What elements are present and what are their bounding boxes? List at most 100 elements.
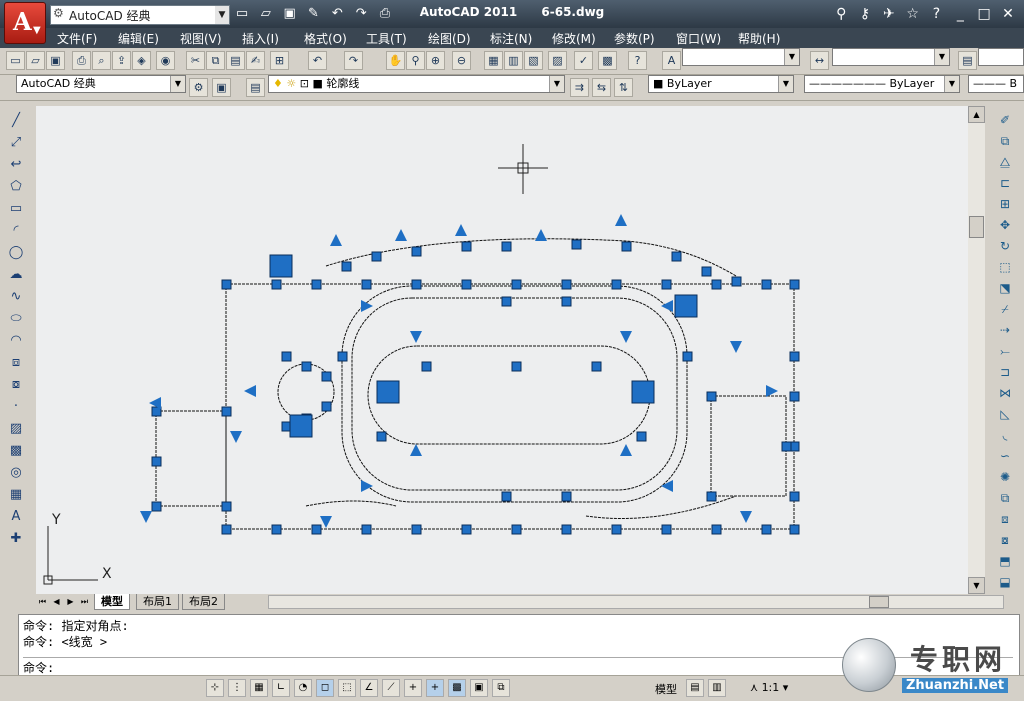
globe-icon[interactable]: ◉ [156,51,175,70]
menu-item-draw[interactable]: 绘图(D) [428,30,471,47]
arc-icon[interactable]: ◜ [5,220,27,242]
spline-icon[interactable]: ∿ [5,286,27,308]
redo-icon[interactable]: ↷ [351,5,371,23]
satellite-icon[interactable]: ✈ [879,4,899,24]
menu-item-window[interactable]: 窗口(W) [676,30,721,47]
key-icon[interactable]: ⚷ [855,4,875,24]
vertical-scrollbar[interactable]: ▲ ▼ [968,106,985,594]
polar-tracking-icon[interactable]: ◔ [294,679,312,697]
undo-icon[interactable]: ↶ [327,5,347,23]
object-snap-icon[interactable]: ◻ [316,679,334,697]
model-space-label[interactable]: 模型 [655,681,677,697]
circle-icon[interactable]: ◯ [5,242,27,264]
make-block-icon[interactable]: ⧇ [5,374,27,396]
ellipse-icon[interactable]: ⬭ [5,308,27,330]
minimize-icon[interactable]: _ [950,4,970,24]
star-icon[interactable]: ☆ [903,4,923,24]
layer-states-icon[interactable]: ⇅ [614,78,633,97]
mirror-icon[interactable]: ⧋ [994,152,1016,173]
3d-dwf-icon[interactable]: ◈ [132,51,151,70]
break-icon[interactable]: ⊐ [994,362,1016,383]
cut-icon[interactable]: ✂ [186,51,205,70]
paste-icon[interactable]: ▤ [226,51,245,70]
copy-object-icon[interactable]: ⧉ [994,131,1016,152]
quick-view-drawings-icon[interactable]: ▥ [708,679,726,697]
hatch-icon[interactable]: ▨ [5,418,27,440]
last-tab-button[interactable]: ⏭ [78,595,91,609]
print-preview-icon[interactable]: ⌕ [92,51,111,70]
extend-icon[interactable]: ⇢ [994,320,1016,341]
offset-icon[interactable]: ⊏ [994,173,1016,194]
layer-previous-icon[interactable]: ⇆ [592,78,611,97]
insert-block-icon[interactable]: ⧈ [5,352,27,374]
revision-cloud-icon[interactable]: ☁ [5,264,27,286]
print-icon[interactable]: ⎙ [72,51,91,70]
help-icon[interactable]: ? [927,4,947,24]
scale-icon[interactable]: ⬚ [994,257,1016,278]
blend-curves-icon[interactable]: ∽ [994,446,1016,467]
new-file-icon[interactable]: ▭ [232,5,252,23]
open-folder-icon[interactable]: ▱ [256,5,276,23]
first-tab-button[interactable]: ⏮ [36,595,49,609]
move-icon[interactable]: ✥ [994,215,1016,236]
stretch-icon[interactable]: ⬔ [994,278,1016,299]
text-front-icon[interactable]: ⬒ [994,551,1016,572]
publish-icon[interactable]: ⇪ [112,51,131,70]
join-icon[interactable]: ⋈ [994,383,1016,404]
tab-layout2[interactable]: 布局2 [182,594,225,610]
explode-icon[interactable]: ✺ [994,467,1016,488]
drawing-canvas[interactable]: Y X [36,106,968,594]
properties-icon[interactable]: ▦ [484,51,503,70]
menu-item-insert[interactable]: 插入(I) [242,30,279,47]
chevron-down-icon[interactable]: ▼ [215,6,229,24]
prev-tab-button[interactable]: ◀ [50,595,63,609]
snap-mode-icon[interactable]: ⋮ [228,679,246,697]
hatch-back-icon[interactable]: ⬓ [994,572,1016,593]
undo-icon[interactable]: ↶ [308,51,327,70]
match-properties-icon[interactable]: ✍ [246,51,265,70]
menu-item-help[interactable]: 帮助(H) [738,30,780,47]
gradient-icon[interactable]: ▩ [5,440,27,462]
table-style-combo[interactable] [978,48,1024,66]
rectangle-icon[interactable]: ▭ [5,198,27,220]
help-icon[interactable]: ? [628,51,647,70]
horizontal-scrollbar[interactable] [268,595,1004,609]
workspace-settings-icon[interactable]: ▣ [212,78,231,97]
zoom-window-icon[interactable]: ⊕ [426,51,445,70]
tool-palettes-icon[interactable]: ▧ [524,51,543,70]
redo-icon[interactable]: ↷ [344,51,363,70]
menu-item-tools[interactable]: 工具(T) [366,30,407,47]
grid-display-icon[interactable]: ▦ [250,679,268,697]
search-icon[interactable]: ⚲ [831,4,851,24]
dynamic-input-icon[interactable]: + [404,679,422,697]
tab-model[interactable]: 模型 [94,594,130,610]
menu-item-format[interactable]: 格式(O) [304,30,347,47]
menu-item-file[interactable]: 文件(F) [57,30,97,47]
lineweight-icon[interactable]: + [426,679,444,697]
calculator-icon[interactable]: ▩ [598,51,617,70]
horizontal-scroll-thumb[interactable] [869,596,889,608]
trim-icon[interactable]: ⌿ [994,299,1016,320]
draw-order-icon[interactable]: ⧉ [994,488,1016,509]
tab-layout1[interactable]: 布局1 [136,594,179,610]
multiline-text-icon[interactable]: A [5,506,27,528]
zoom-previous-icon[interactable]: ⊖ [452,51,471,70]
ellipse-arc-icon[interactable]: ◠ [5,330,27,352]
3d-osnap-icon[interactable]: ⬚ [338,679,356,697]
application-menu-button[interactable]: A ▼ [4,2,46,44]
maximize-icon[interactable]: □ [974,4,994,24]
drawing-area[interactable]: Y X [36,106,968,594]
array-icon[interactable]: ⊞ [994,194,1016,215]
make-current-layer-icon[interactable]: ⇉ [570,78,589,97]
menu-item-modify[interactable]: 修改(M) [552,30,596,47]
point-icon[interactable]: · [5,396,27,418]
save-as-icon[interactable]: ✎ [303,5,323,23]
design-center-icon[interactable]: ▥ [504,51,523,70]
menu-item-edit[interactable]: 编辑(E) [118,30,159,47]
transparency-icon[interactable]: ▩ [448,679,466,697]
erase-icon[interactable]: ✐ [994,110,1016,131]
menu-item-parameters[interactable]: 参数(P) [614,30,655,47]
infer-constraints-icon[interactable]: ⊹ [206,679,224,697]
quick-view-layouts-icon[interactable]: ▤ [686,679,704,697]
selection-cycling-icon[interactable]: ⧉ [492,679,510,697]
